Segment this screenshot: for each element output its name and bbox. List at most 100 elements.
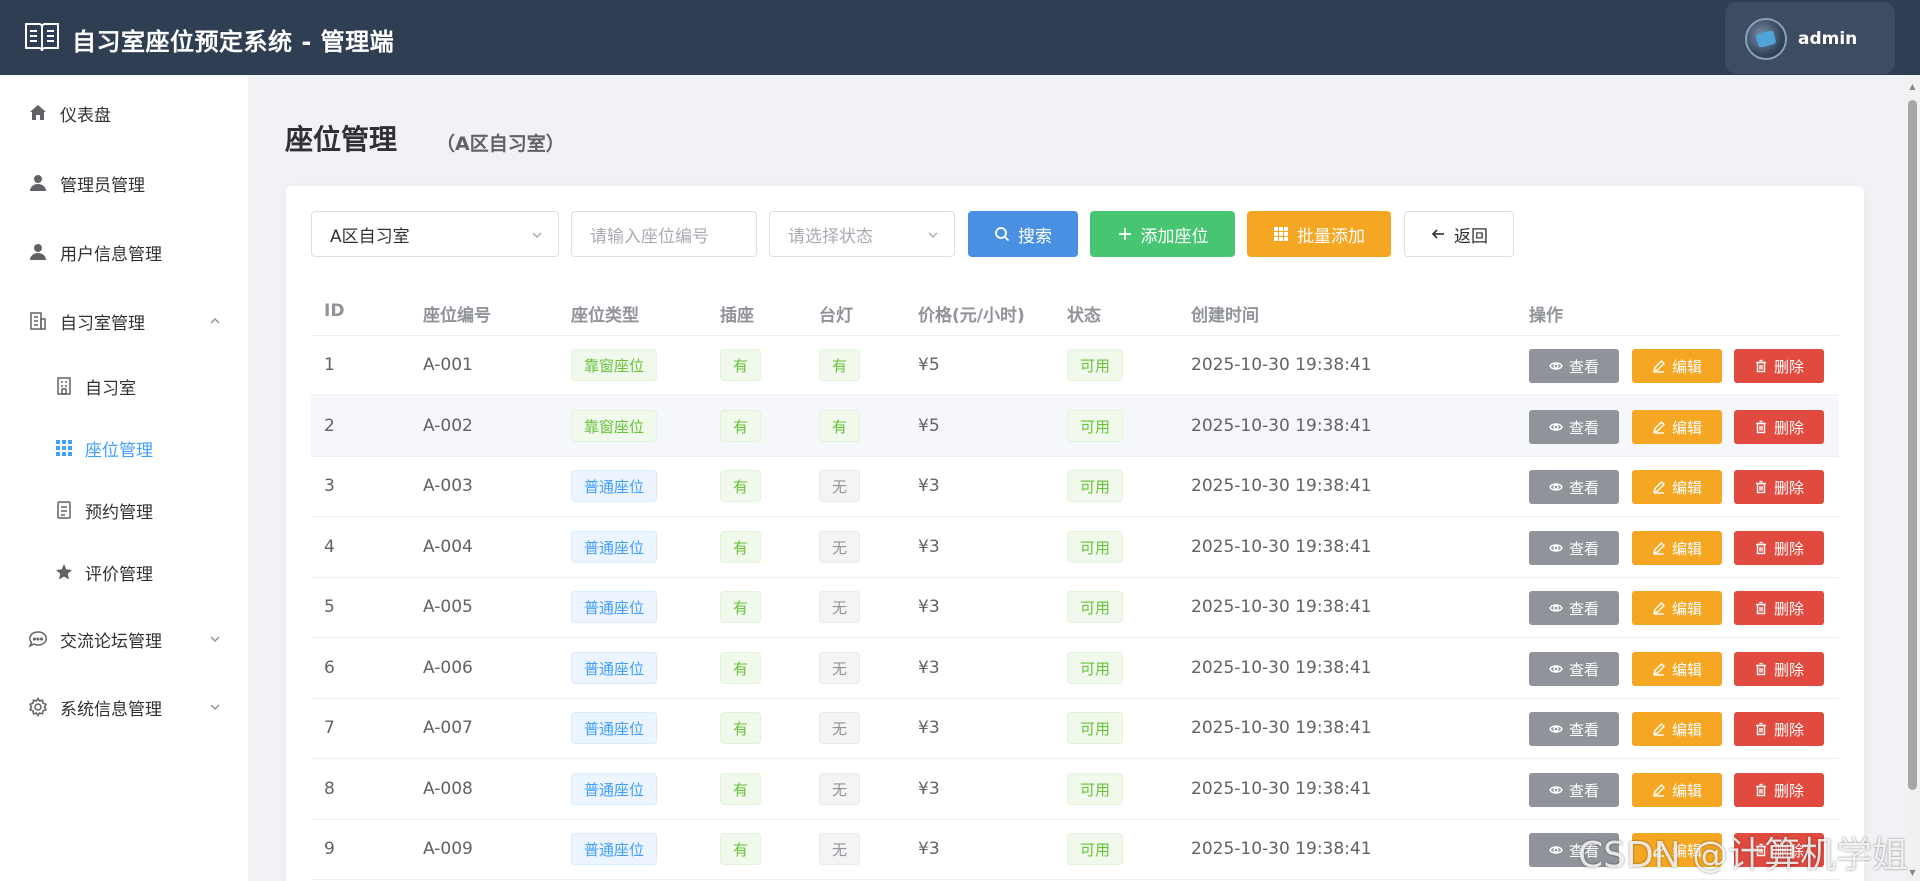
table-row: 4 A-004 普通座位 有 无 ¥3 可用 2025-10-30 19:38:41 查看 编辑 删… (311, 518, 1839, 578)
top-header: 自习室座位预定系统 - 管理端 admin (0, 0, 1920, 75)
delete-button-label: 删除 (1773, 539, 1804, 558)
sidebar-item-users[interactable]: 用户信息管理 (0, 228, 248, 276)
sidebar-item-reservations[interactable]: 预约管理 (0, 486, 248, 534)
edit-button[interactable]: 编辑 (1632, 652, 1722, 686)
cell-id: 8 (324, 779, 335, 799)
sidebar-item-seat-management[interactable]: 座位管理 (0, 424, 248, 472)
sidebar-item-label: 管理员管理 (60, 175, 145, 196)
sidebar-item-label: 座位管理 (85, 440, 153, 461)
back-button[interactable]: 返回 (1404, 211, 1514, 257)
cell-seat-code: A-009 (423, 839, 473, 859)
edit-button[interactable]: 编辑 (1632, 773, 1722, 807)
sidebar-item-dashboard[interactable]: 仪表盘 (0, 89, 248, 137)
delete-button[interactable]: 删除 (1734, 349, 1824, 383)
status-badge: 可用 (1067, 410, 1124, 442)
delete-button[interactable]: 删除 (1734, 712, 1824, 746)
delete-button[interactable]: 删除 (1734, 591, 1824, 625)
socket-tag: 有 (720, 591, 762, 623)
view-button[interactable]: 查看 (1529, 470, 1619, 504)
sidebar-item-study-room[interactable]: 自习室 (0, 362, 248, 410)
book-icon (25, 23, 59, 52)
cell-id: 2 (324, 416, 335, 436)
delete-button-label: 删除 (1773, 599, 1804, 618)
building-icon (57, 377, 71, 395)
delete-button[interactable]: 删除 (1734, 531, 1824, 565)
cell-seat-code: A-004 (423, 537, 473, 557)
search-icon (995, 227, 1010, 242)
cell-seat-code: A-003 (423, 476, 473, 496)
sidebar-item-admin[interactable]: 管理员管理 (0, 159, 248, 207)
trash-icon (1755, 601, 1766, 615)
lamp-tag: 无 (819, 652, 861, 684)
user-icon (30, 175, 46, 191)
delete-button-label: 删除 (1773, 781, 1804, 800)
page-subtitle: （A区自习室） (436, 133, 565, 155)
trash-icon (1755, 783, 1766, 797)
view-button[interactable]: 查看 (1529, 531, 1619, 565)
view-button[interactable]: 查看 (1529, 652, 1619, 686)
user-menu[interactable]: admin (1725, 2, 1895, 74)
status-badge: 可用 (1067, 712, 1124, 744)
cell-id: 7 (324, 718, 335, 738)
delete-button[interactable]: 删除 (1734, 773, 1824, 807)
column-header: 台灯 (819, 306, 853, 326)
edit-button[interactable]: 编辑 (1632, 712, 1722, 746)
delete-button[interactable]: 删除 (1734, 410, 1824, 444)
edit-button[interactable]: 编辑 (1632, 591, 1722, 625)
cell-seat-code: A-001 (423, 355, 473, 375)
delete-button[interactable]: 删除 (1734, 652, 1824, 686)
socket-tag: 有 (720, 773, 762, 805)
eye-icon (1549, 362, 1563, 370)
sidebar-item-system-info[interactable]: 系统信息管理 (0, 683, 248, 731)
star-icon (56, 564, 72, 580)
column-header: 座位类型 (571, 306, 639, 326)
scroll-thumb[interactable] (1908, 100, 1917, 790)
column-header: 操作 (1529, 306, 1563, 326)
edit-button[interactable]: 编辑 (1632, 349, 1722, 383)
seat-code-input[interactable]: 请输入座位编号 (571, 211, 757, 257)
scroll-up-icon[interactable]: ▲ (1908, 83, 1917, 91)
edit-button[interactable]: 编辑 (1632, 531, 1722, 565)
view-button[interactable]: 查看 (1529, 349, 1619, 383)
search-button[interactable]: 搜索 (968, 211, 1078, 257)
delete-button-label: 删除 (1773, 418, 1804, 437)
cell-price: ¥5 (918, 355, 940, 375)
column-header: 座位编号 (423, 306, 491, 326)
seat-type-tag: 普通座位 (571, 531, 658, 563)
sidebar-item-label: 仪表盘 (60, 105, 111, 126)
cell-created-time: 2025-10-30 19:38:41 (1191, 658, 1372, 678)
scroll-down-icon[interactable]: ▼ (1908, 869, 1917, 877)
seat-type-tag: 普通座位 (571, 712, 658, 744)
building-icon (30, 312, 46, 330)
view-button[interactable]: 查看 (1529, 410, 1619, 444)
view-button[interactable]: 查看 (1529, 712, 1619, 746)
sidebar-item-reviews[interactable]: 评价管理 (0, 548, 248, 596)
sidebar-item-forum[interactable]: 交流论坛管理 (0, 615, 248, 663)
view-button[interactable]: 查看 (1529, 591, 1619, 625)
view-button-label: 查看 (1568, 660, 1599, 679)
seat-type-tag: 普通座位 (571, 652, 658, 684)
edit-button-label: 编辑 (1671, 781, 1702, 800)
table-row: 6 A-006 普通座位 有 无 ¥3 可用 2025-10-30 19:38:41 查看 编辑 删… (311, 639, 1839, 699)
view-button-label: 查看 (1568, 418, 1599, 437)
sidebar-item-study-room-management[interactable]: 自习室管理 (0, 297, 248, 345)
view-button-label: 查看 (1568, 599, 1599, 618)
table-row: 7 A-007 普通座位 有 无 ¥3 可用 2025-10-30 19:38:41 查看 编辑 删… (311, 699, 1839, 759)
room-select[interactable]: A区自习室 (311, 211, 559, 257)
add-seat-button[interactable]: 添加座位 (1090, 211, 1235, 257)
sidebar-item-label: 评价管理 (85, 564, 153, 585)
status-select[interactable]: 请选择状态 (769, 211, 955, 257)
batch-add-button[interactable]: 批量添加 (1247, 211, 1391, 257)
sidebar-item-label: 交流论坛管理 (60, 631, 162, 652)
trash-icon (1755, 662, 1766, 676)
edit-button[interactable]: 编辑 (1632, 410, 1722, 444)
lamp-tag: 有 (819, 410, 861, 442)
edit-button[interactable]: 编辑 (1632, 470, 1722, 504)
view-button-label: 查看 (1568, 357, 1599, 376)
page-scrollbar[interactable]: ▲ ▼ (1905, 75, 1920, 881)
view-button[interactable]: 查看 (1529, 773, 1619, 807)
cell-price: ¥5 (918, 416, 940, 436)
delete-button[interactable]: 删除 (1734, 470, 1824, 504)
cell-seat-code: A-008 (423, 779, 473, 799)
column-header: 状态 (1067, 306, 1101, 326)
